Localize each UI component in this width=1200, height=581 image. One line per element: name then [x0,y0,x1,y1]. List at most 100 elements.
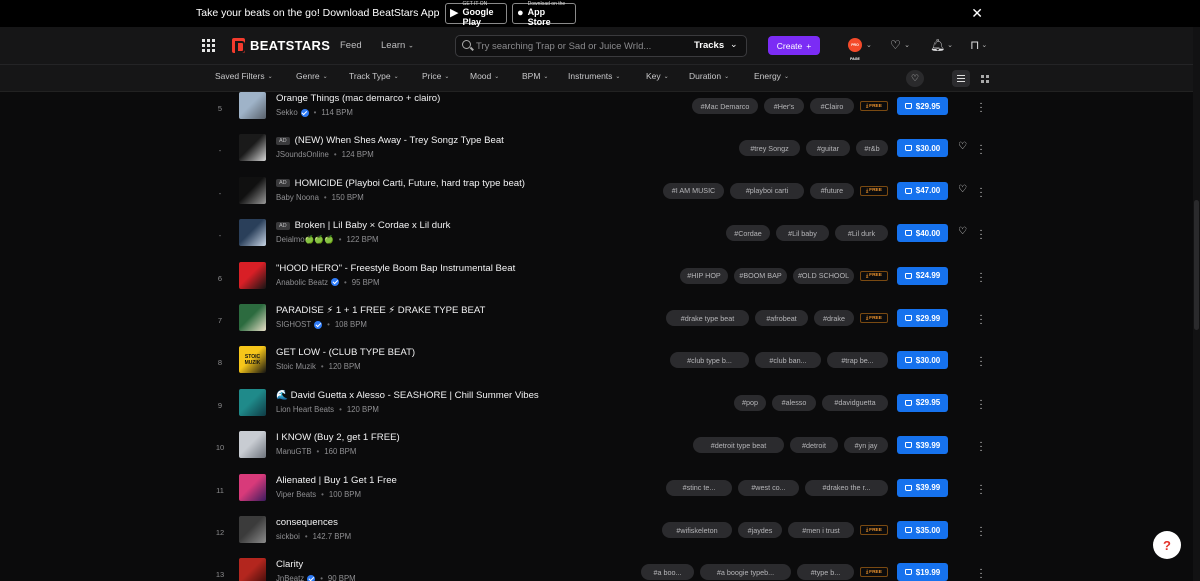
track-artwork[interactable] [239,388,266,416]
track-tag[interactable]: #playboi carti [730,182,804,199]
track-artwork[interactable] [239,176,266,204]
more-options-icon[interactable]: · · · [978,353,984,371]
filter-saved-filters[interactable]: Saved Filters ⌄ [215,71,273,81]
create-button[interactable]: Create + [768,36,820,55]
help-button[interactable]: ? [1153,531,1181,559]
beatstars-logo[interactable]: BEATSTARS [232,38,330,53]
track-artwork[interactable] [239,516,266,543]
track-title[interactable]: "HOOD HERO" - Freestyle Boom Bap Instrum… [276,263,515,274]
buy-button[interactable]: $29.95 [897,393,948,412]
filter-price[interactable]: Price ⌄ [422,71,449,81]
track-artwork[interactable] [239,431,266,459]
nav-learn-menu[interactable]: Learn ⌄ [381,40,414,51]
track-title[interactable]: Broken | Lil Baby × Cordae x Lil durk [295,220,451,231]
buy-button[interactable]: $39.99 [897,436,948,455]
close-icon[interactable]: ✕ [971,5,983,22]
search-scope-select[interactable]: Tracks [694,40,724,51]
track-artist[interactable]: ManuGTB [276,447,312,456]
cart-icon[interactable]: ⊓ ⌄ [970,38,987,53]
heart-icon[interactable]: ♡ [958,184,967,195]
track-tag[interactable]: #stinc te... [666,479,732,496]
track-row[interactable]: 8 STOIC MUZIK GET LOW - (CLUB TYPE BEAT) St… [0,344,1200,386]
track-title[interactable]: Alienated | Buy 1 Get 1 Free [276,475,397,486]
chevron-down-icon[interactable]: ⌄ [730,39,738,50]
chevron-down-icon[interactable]: ⌄ [866,38,872,53]
track-tag[interactable]: #yn jay [844,437,888,454]
heart-icon[interactable]: ♡ [958,141,967,152]
track-row[interactable]: - AD Broken | Lil Baby × Cordae x Lil durk… [0,217,1200,259]
track-row[interactable]: 5 Orange Things (mac demarco + clairo) Sek… [0,92,1200,132]
filter-duration[interactable]: Duration ⌄ [689,71,729,81]
free-download-badge[interactable]: ⤓ FREE [860,313,888,323]
more-options-icon[interactable]: · · · [978,99,984,117]
filter-mood[interactable]: Mood ⌄ [470,71,499,81]
track-tag[interactable]: #detroit type beat [693,437,784,454]
track-artist[interactable]: sickboi [276,532,300,541]
track-row[interactable]: - AD (NEW) When Shes Away - Trey Songz Typ… [0,132,1200,174]
more-options-icon[interactable]: · · · [978,480,984,498]
buy-button[interactable]: $29.95 [897,97,948,115]
track-artist[interactable]: Stoic Muzik [276,362,316,371]
more-options-icon[interactable]: · · · [978,523,984,541]
track-tag[interactable]: #a boogie typeb... [700,564,791,581]
track-tag[interactable]: #Cordae [726,225,770,242]
track-tag[interactable]: #alesso [772,394,816,411]
track-tag[interactable]: #wifiskeleton [662,522,732,538]
track-tag[interactable]: #club type b... [670,352,749,369]
track-tag[interactable]: #Clairo [810,98,854,114]
track-artist[interactable]: Anabolic Beatz [276,278,328,287]
more-options-icon[interactable]: · · · [978,226,984,244]
filter-track-type[interactable]: Track Type ⌄ [349,71,399,81]
filter-key[interactable]: Key ⌄ [646,71,669,81]
buy-button[interactable]: $30.00 [897,139,948,158]
free-download-badge[interactable]: ⤓ FREE [860,185,888,196]
more-options-icon[interactable]: · · · [978,268,984,286]
app-store-button[interactable]: ● Download on the App Store [512,1,576,27]
track-title[interactable]: (NEW) When Shes Away - Trey Songz Type B… [295,135,504,146]
buy-button[interactable]: $19.99 [897,563,948,581]
buy-button[interactable]: $35.00 [897,521,948,539]
track-artwork[interactable] [239,473,266,501]
buy-button[interactable]: $40.00 [897,224,948,243]
track-tag[interactable]: #trap be... [827,352,888,369]
free-download-badge[interactable]: ⤓ FREE [860,101,888,111]
search-input[interactable] [476,39,666,53]
track-artwork[interactable] [239,134,266,162]
track-tag[interactable]: #a boo... [641,564,694,581]
list-view-icon[interactable] [952,70,970,87]
free-download-badge[interactable]: ⤓ FREE [860,525,888,535]
track-tag[interactable]: #guitar [806,140,850,157]
track-row[interactable]: 12 consequences sickboi • 142.7 BPM ⤓ FREE #men… [0,514,1200,556]
bell-icon[interactable]: 🔔︎ ⌄ [930,38,953,53]
track-artwork[interactable]: STOIC MUZIK [239,346,266,374]
track-title[interactable]: 🌊 David Guetta x Alesso - SEASHORE | Chi… [276,390,539,401]
scrollbar-thumb[interactable] [1194,200,1199,330]
track-row[interactable]: - AD HOMICIDE (Playboi Carti, Future, hard… [0,175,1200,217]
buy-button[interactable]: $24.99 [897,266,948,285]
track-title[interactable]: Clarity [276,559,303,570]
more-options-icon[interactable]: · · · [978,141,984,159]
track-row[interactable]: 10 I KNOW (Buy 2, get 1 FREE) ManuGTB • 160 … [0,429,1200,471]
track-artwork[interactable] [239,558,266,581]
more-options-icon[interactable]: · · · [978,183,984,201]
nav-feed-link[interactable]: Feed [340,40,362,51]
track-title[interactable]: HOMICIDE (Playboi Carti, Future, hard tr… [295,178,525,189]
avatar[interactable]: PRO PAGE [848,38,862,61]
track-row[interactable]: 13 Clarity JnBeatz • 90 BPM ⤓ FREE #type b... #a… [0,556,1200,581]
track-row[interactable]: 6 "HOOD HERO" - Freestyle Boom Bap Instru… [0,260,1200,302]
track-row[interactable]: 11 Alienated | Buy 1 Get 1 Free Viper Beat… [0,472,1200,514]
track-tag[interactable]: #Her's [764,98,804,114]
liked-filter-heart-icon[interactable]: ♡ [906,70,924,87]
track-tag[interactable]: #OLD SCHOOL [793,267,854,284]
track-title[interactable]: I KNOW (Buy 2, get 1 FREE) [276,432,400,443]
track-tag[interactable]: #BOOM BAP [734,267,787,284]
track-artist[interactable]: Deialmo🍏🍏🍏 [276,235,334,244]
track-tag[interactable]: #Mac Demarco [692,98,758,114]
track-tag[interactable]: #trey Songz [739,140,800,157]
track-artist[interactable]: Sekko [276,108,298,117]
track-artwork[interactable] [239,304,266,331]
free-download-badge[interactable]: ⤓ FREE [860,270,888,281]
track-tag[interactable]: #Lil durk [835,225,888,242]
grid-view-icon[interactable] [976,70,994,87]
google-play-button[interactable]: ▶ GET IT ON Google Play [445,1,507,27]
